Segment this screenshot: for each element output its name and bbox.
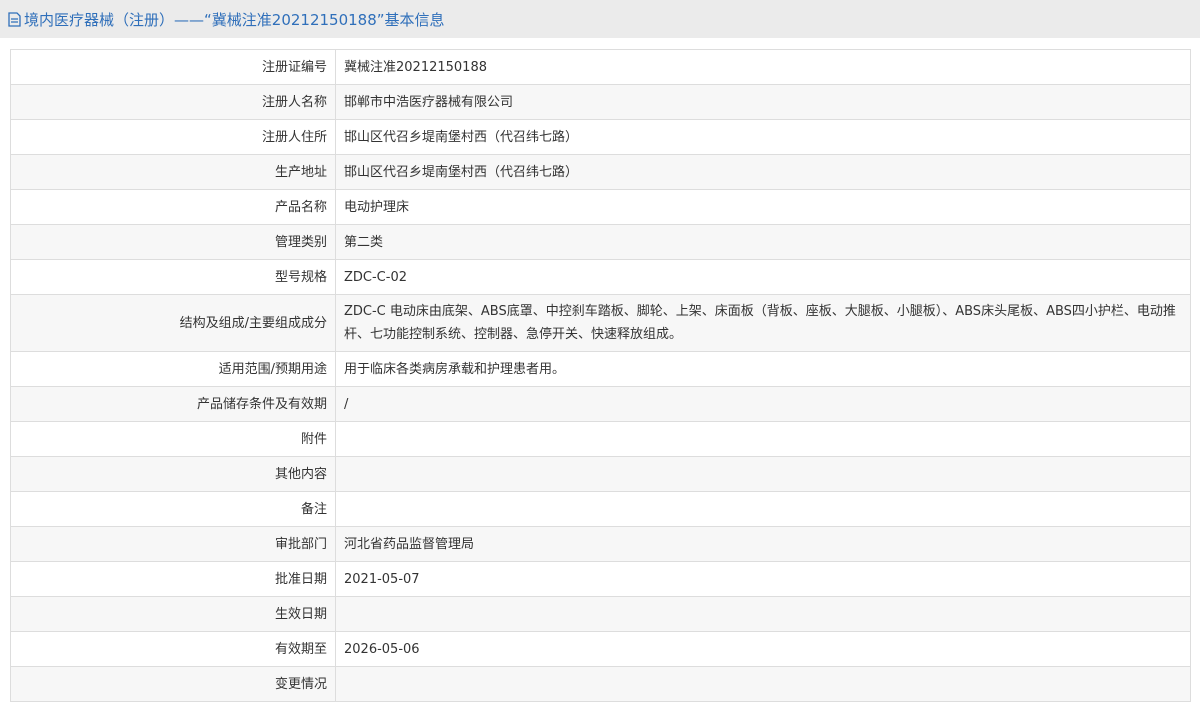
table-row: 备注	[10, 491, 1191, 527]
field-label: 注册人住所	[10, 119, 336, 155]
field-value: 邯山区代召乡堤南堡村西（代召纬七路）	[335, 119, 1191, 155]
table-row: 生产地址 邯山区代召乡堤南堡村西（代召纬七路）	[10, 154, 1191, 190]
table-row: 适用范围/预期用途 用于临床各类病房承载和护理患者用。	[10, 351, 1191, 387]
field-value	[335, 456, 1191, 492]
info-table: 注册证编号 冀械注准20212150188 注册人名称 邯郸市中浩医疗器械有限公司 注册…	[10, 49, 1191, 702]
table-row: 注册证编号 冀械注准20212150188	[10, 49, 1191, 85]
field-label: 其他内容	[10, 456, 336, 492]
field-label: 结构及组成/主要组成成分	[10, 294, 336, 352]
table-row: 批准日期 2021-05-07	[10, 561, 1191, 597]
field-value: 2026-05-06	[335, 631, 1191, 667]
table-row: 有效期至 2026-05-06	[10, 631, 1191, 667]
field-value: 用于临床各类病房承载和护理患者用。	[335, 351, 1191, 387]
table-row: 附件	[10, 421, 1191, 457]
field-label: 附件	[10, 421, 336, 457]
field-label: 管理类别	[10, 224, 336, 260]
field-label: 备注	[10, 491, 336, 527]
field-label: 适用范围/预期用途	[10, 351, 336, 387]
page-header: 境内医疗器械（注册）——“冀械注准20212150188”基本信息	[0, 0, 1200, 38]
table-row: 型号规格 ZDC-C-02	[10, 259, 1191, 295]
field-label: 生产地址	[10, 154, 336, 190]
field-label: 有效期至	[10, 631, 336, 667]
table-row: 生效日期	[10, 596, 1191, 632]
field-value: ZDC-C 电动床由底架、ABS底罩、中控刹车踏板、脚轮、上架、床面板（背板、座…	[335, 294, 1191, 352]
field-label: 产品名称	[10, 189, 336, 225]
table-row: 变更情况	[10, 666, 1191, 702]
table-row: 管理类别 第二类	[10, 224, 1191, 260]
field-value: ZDC-C-02	[335, 259, 1191, 295]
field-label: 变更情况	[10, 666, 336, 702]
table-row: 其他内容	[10, 456, 1191, 492]
field-value: /	[335, 386, 1191, 422]
field-value: 电动护理床	[335, 189, 1191, 225]
field-value: 河北省药品监督管理局	[335, 526, 1191, 562]
table-row: 产品名称 电动护理床	[10, 189, 1191, 225]
page-title: 境内医疗器械（注册）——“冀械注准20212150188”基本信息	[24, 10, 445, 29]
field-value: 邯郸市中浩医疗器械有限公司	[335, 84, 1191, 120]
field-value	[335, 666, 1191, 702]
field-value	[335, 421, 1191, 457]
field-value: 邯山区代召乡堤南堡村西（代召纬七路）	[335, 154, 1191, 190]
field-value: 第二类	[335, 224, 1191, 260]
field-value	[335, 596, 1191, 632]
field-value: 冀械注准20212150188	[335, 49, 1191, 85]
field-value: 2021-05-07	[335, 561, 1191, 597]
field-label: 审批部门	[10, 526, 336, 562]
field-label: 产品储存条件及有效期	[10, 386, 336, 422]
field-label: 型号规格	[10, 259, 336, 295]
table-row: 产品储存条件及有效期 /	[10, 386, 1191, 422]
table-row: 注册人名称 邯郸市中浩医疗器械有限公司	[10, 84, 1191, 120]
document-icon	[8, 11, 21, 27]
field-label: 生效日期	[10, 596, 336, 632]
table-row: 注册人住所 邯山区代召乡堤南堡村西（代召纬七路）	[10, 119, 1191, 155]
table-row: 结构及组成/主要组成成分 ZDC-C 电动床由底架、ABS底罩、中控刹车踏板、脚轮…	[10, 294, 1191, 352]
field-label: 注册人名称	[10, 84, 336, 120]
field-label: 注册证编号	[10, 49, 336, 85]
field-value	[335, 491, 1191, 527]
table-row: 审批部门 河北省药品监督管理局	[10, 526, 1191, 562]
field-label: 批准日期	[10, 561, 336, 597]
